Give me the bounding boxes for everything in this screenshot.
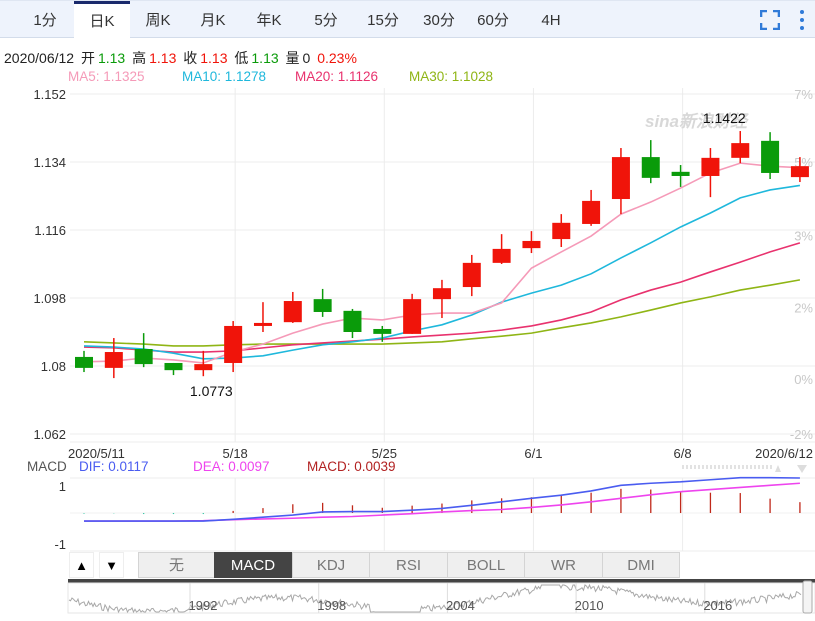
indicator-tab-macd[interactable]: MACD <box>214 552 292 578</box>
indicator-up-button[interactable]: ▲ <box>69 552 94 578</box>
indicator-down-button[interactable]: ▼ <box>99 552 124 578</box>
candle-down <box>761 140 780 173</box>
dea-line <box>84 482 800 522</box>
candle-up <box>403 299 422 334</box>
candle-up <box>253 322 272 326</box>
candle-up <box>194 364 213 371</box>
indicator-tab-rsi[interactable]: RSI <box>369 552 448 578</box>
indicator-tab-wr[interactable]: WR <box>524 552 603 578</box>
navigator-year-label: 1998 <box>317 598 346 613</box>
indicator-tab-none[interactable]: 无 <box>138 552 215 578</box>
y-right-tick-label: 7% <box>794 87 813 102</box>
candle-down <box>164 362 183 371</box>
candle-up <box>701 157 720 176</box>
x-tick-label: 6/8 <box>674 446 692 461</box>
candle-up <box>462 262 481 288</box>
y-tick-label: 1.08 <box>41 359 66 374</box>
percent-axis: 7%5%3%2%0%-2% <box>790 87 814 442</box>
candle-down <box>373 328 392 334</box>
candle-up <box>104 352 123 368</box>
annotations: 1.1422 1.0773 <box>190 110 746 399</box>
scroll-up-icon[interactable] <box>775 465 781 472</box>
candle-up <box>492 248 511 263</box>
candle-up <box>790 166 809 178</box>
candle-up <box>283 301 302 323</box>
y-right-tick-label: 0% <box>794 372 813 387</box>
ma5-line <box>83 162 800 364</box>
dea-legend: DEA: 0.0097 <box>193 459 270 474</box>
range-navigator[interactable]: 1992 1998 2004 2010 2016 <box>67 579 815 614</box>
candle-up <box>611 157 630 200</box>
navigator-year-label: 1992 <box>189 598 218 613</box>
scroll-down-icon[interactable] <box>797 465 807 473</box>
y-tick-label: 1.098 <box>33 291 66 306</box>
macd-panel-label: MACD <box>27 459 67 474</box>
macd-panel: 1 -1 <box>54 476 815 552</box>
candle-down <box>134 349 153 365</box>
gridlines <box>70 88 815 551</box>
max-price-label: 1.1422 <box>703 110 746 126</box>
date-axis: 2020/5/11 5/18 5/25 6/1 6/8 2020/6/12 <box>68 446 813 461</box>
y-tick-label: 1.134 <box>33 155 66 170</box>
indicator-tab-dmi[interactable]: DMI <box>602 552 680 578</box>
y-right-tick-label: 3% <box>794 229 813 244</box>
candle-up <box>432 288 451 300</box>
navigator-year-label: 2010 <box>575 598 604 613</box>
candle-up <box>224 325 243 363</box>
ma10-line <box>83 184 801 360</box>
y-right-tick-label: -2% <box>790 427 814 442</box>
candle-down <box>75 356 93 368</box>
candle-up <box>582 200 601 224</box>
candle-up <box>552 222 571 240</box>
navigator-year-label: 2004 <box>446 598 475 613</box>
navigator-top-bar <box>68 579 815 583</box>
macd-y-tick: -1 <box>54 537 66 552</box>
candle-down <box>343 310 362 332</box>
macd-y-tick: 1 <box>59 479 66 494</box>
min-price-label: 1.0773 <box>190 383 233 399</box>
dif-line <box>84 476 800 522</box>
x-tick-label: 6/1 <box>524 446 542 461</box>
y-tick-label: 1.116 <box>34 223 66 238</box>
scroll-arrows[interactable] <box>682 465 807 473</box>
candle-up <box>522 240 541 249</box>
macd-legend: MACD: 0.0039 <box>307 459 396 474</box>
navigator-year-label: 2016 <box>703 598 732 613</box>
y-tick-label: 1.152 <box>33 87 66 102</box>
candle-down <box>671 171 690 176</box>
kline-chart[interactable]: sina新浪财经 1.1521.1341.1161.0981.081.062 7… <box>0 0 815 621</box>
price-axis: 1.152 1.134 1.116 1.098 1.08 1.062 <box>33 87 66 442</box>
y-tick-label: 1.062 <box>33 427 66 442</box>
x-tick-label: 2020/6/12 <box>755 446 813 461</box>
navigator-handle[interactable] <box>802 580 813 614</box>
indicator-tab-boll[interactable]: BOLL <box>447 552 525 578</box>
indicator-tab-kdj[interactable]: KDJ <box>292 552 370 578</box>
y-right-tick-label: 2% <box>794 300 813 315</box>
candle-down <box>641 157 660 178</box>
candle-down <box>313 299 332 312</box>
dif-legend: DIF: 0.0117 <box>79 459 149 474</box>
ma-lines <box>83 162 801 364</box>
candle-up <box>731 143 750 158</box>
